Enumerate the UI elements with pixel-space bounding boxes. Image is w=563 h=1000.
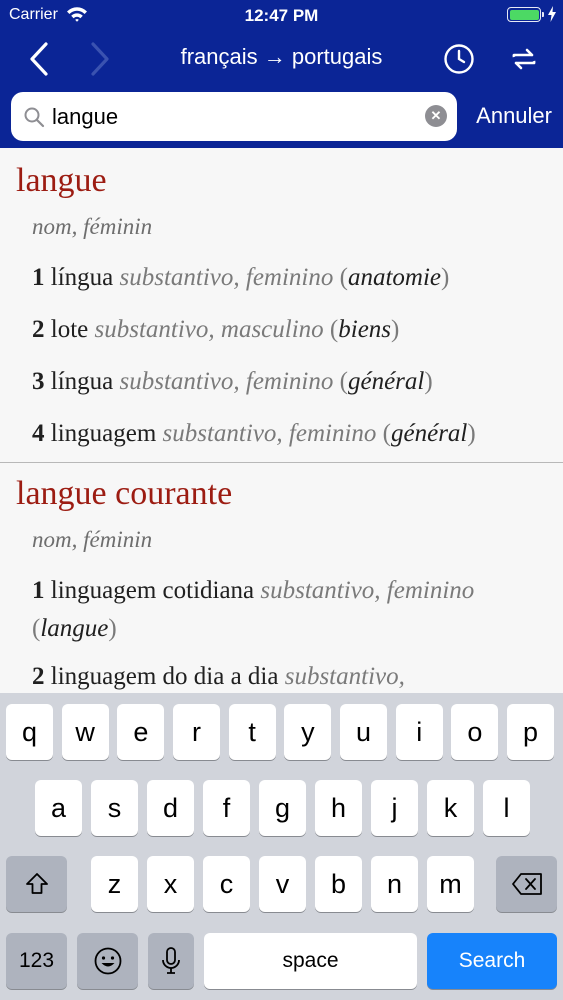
- key-k[interactable]: k: [427, 780, 474, 836]
- key-f[interactable]: f: [203, 780, 250, 836]
- sense-number: 2: [32, 316, 45, 343]
- sense-grammar: substantivo, feminino: [119, 264, 334, 291]
- search-bar: ✕ Annuler: [0, 92, 563, 142]
- key-g[interactable]: g: [259, 780, 306, 836]
- key-i[interactable]: i: [395, 704, 443, 760]
- shift-key[interactable]: [6, 856, 67, 912]
- entry-part-of-speech: nom, féminin: [32, 214, 153, 239]
- dictation-key[interactable]: [148, 933, 194, 989]
- sense-term: língua: [50, 264, 114, 291]
- key-n[interactable]: n: [371, 856, 418, 912]
- sense-term: linguagem cotidiana: [50, 577, 255, 604]
- key-e[interactable]: e: [117, 704, 165, 760]
- sense-context: général: [347, 368, 425, 395]
- key-y[interactable]: y: [284, 704, 332, 760]
- search-icon: [24, 107, 45, 128]
- translation-sense[interactable]: 4 linguagem substantivo, feminino (génér…: [32, 420, 476, 448]
- status-time: 12:47 PM: [244, 6, 319, 25]
- sense-term: linguagem: [50, 420, 157, 447]
- navigation-bar: français → portugais: [0, 34, 563, 84]
- translation-sense[interactable]: 3 língua substantivo, feminino (général): [32, 368, 433, 396]
- sense-number: 4: [32, 420, 45, 447]
- key-z[interactable]: z: [91, 856, 138, 912]
- translation-sense[interactable]: 2 lote substantivo, masculino (biens): [32, 316, 399, 344]
- sense-grammar: substantivo,: [284, 663, 405, 690]
- key-m[interactable]: m: [427, 856, 474, 912]
- entry-divider: [0, 462, 563, 463]
- search-key[interactable]: Search: [427, 933, 557, 989]
- sense-number: 3: [32, 368, 45, 395]
- translation-sense[interactable]: 1 língua substantivo, feminino (anatomie…: [32, 264, 449, 292]
- key-p[interactable]: p: [507, 704, 555, 760]
- sense-grammar: substantivo, feminino: [260, 577, 475, 604]
- status-bar: Carrier 12:47 PM: [0, 0, 563, 30]
- key-o[interactable]: o: [451, 704, 499, 760]
- microphone-icon: [162, 947, 180, 974]
- search-input[interactable]: [52, 92, 412, 141]
- sense-number: 2: [32, 663, 45, 690]
- backspace-icon: [511, 873, 542, 895]
- key-v[interactable]: v: [259, 856, 306, 912]
- battery-icon: [507, 7, 544, 22]
- entry-headword: langue: [16, 162, 107, 199]
- history-button[interactable]: [439, 39, 479, 79]
- key-x[interactable]: x: [147, 856, 194, 912]
- cancel-button[interactable]: Annuler: [476, 103, 552, 129]
- translation-sense-continued: (langue): [32, 615, 117, 642]
- key-j[interactable]: j: [371, 780, 418, 836]
- clock-icon: [444, 44, 474, 74]
- sense-grammar: substantivo, feminino: [119, 368, 334, 395]
- translation-sense[interactable]: 1 linguagem cotidiana substantivo, femin…: [32, 577, 474, 605]
- sense-term: linguagem do dia a dia: [50, 663, 279, 690]
- key-l[interactable]: l: [483, 780, 530, 836]
- delete-key[interactable]: [496, 856, 557, 912]
- key-c[interactable]: c: [203, 856, 250, 912]
- charging-icon: [548, 6, 556, 22]
- sense-context: anatomie: [347, 264, 442, 291]
- space-key[interactable]: space: [204, 933, 417, 989]
- key-w[interactable]: w: [61, 704, 109, 760]
- on-screen-keyboard: qwertyuiop asdfghjkl zxcvbnm 123 space S…: [0, 693, 563, 1000]
- search-field[interactable]: ✕: [11, 92, 457, 141]
- sense-term: língua: [50, 368, 114, 395]
- key-s[interactable]: s: [91, 780, 138, 836]
- emoji-key[interactable]: [77, 933, 138, 989]
- emoji-icon: [94, 947, 121, 975]
- key-u[interactable]: u: [340, 704, 388, 760]
- app-header: Carrier 12:47 PM français → portugais la…: [0, 0, 563, 148]
- sense-number: 1: [32, 577, 45, 604]
- key-t[interactable]: t: [228, 704, 276, 760]
- key-r[interactable]: r: [173, 704, 220, 760]
- key-d[interactable]: d: [147, 780, 194, 836]
- sense-grammar: substantivo, feminino: [162, 420, 377, 447]
- sense-term: lote: [50, 316, 89, 343]
- numbers-key[interactable]: 123: [6, 933, 67, 989]
- shift-icon: [25, 873, 48, 894]
- sense-grammar: substantivo, masculino: [94, 316, 324, 343]
- entry-headword: langue courante: [16, 475, 233, 512]
- results-list: langue nom, féminin 1 língua substantivo…: [0, 148, 563, 693]
- sense-context: général: [391, 420, 468, 447]
- key-b[interactable]: b: [315, 856, 362, 912]
- key-q[interactable]: q: [6, 704, 53, 760]
- translation-sense[interactable]: 2 linguagem do dia a dia substantivo,: [32, 663, 405, 691]
- sense-context: langue: [40, 615, 109, 642]
- entry-part-of-speech: nom, féminin: [32, 527, 153, 552]
- swap-icon: [512, 48, 536, 70]
- sense-number: 1: [32, 264, 45, 291]
- swap-languages-button[interactable]: [504, 39, 544, 79]
- key-h[interactable]: h: [315, 780, 362, 836]
- clear-search-icon[interactable]: ✕: [425, 105, 447, 127]
- key-a[interactable]: a: [35, 780, 82, 836]
- sense-context: biens: [338, 316, 392, 343]
